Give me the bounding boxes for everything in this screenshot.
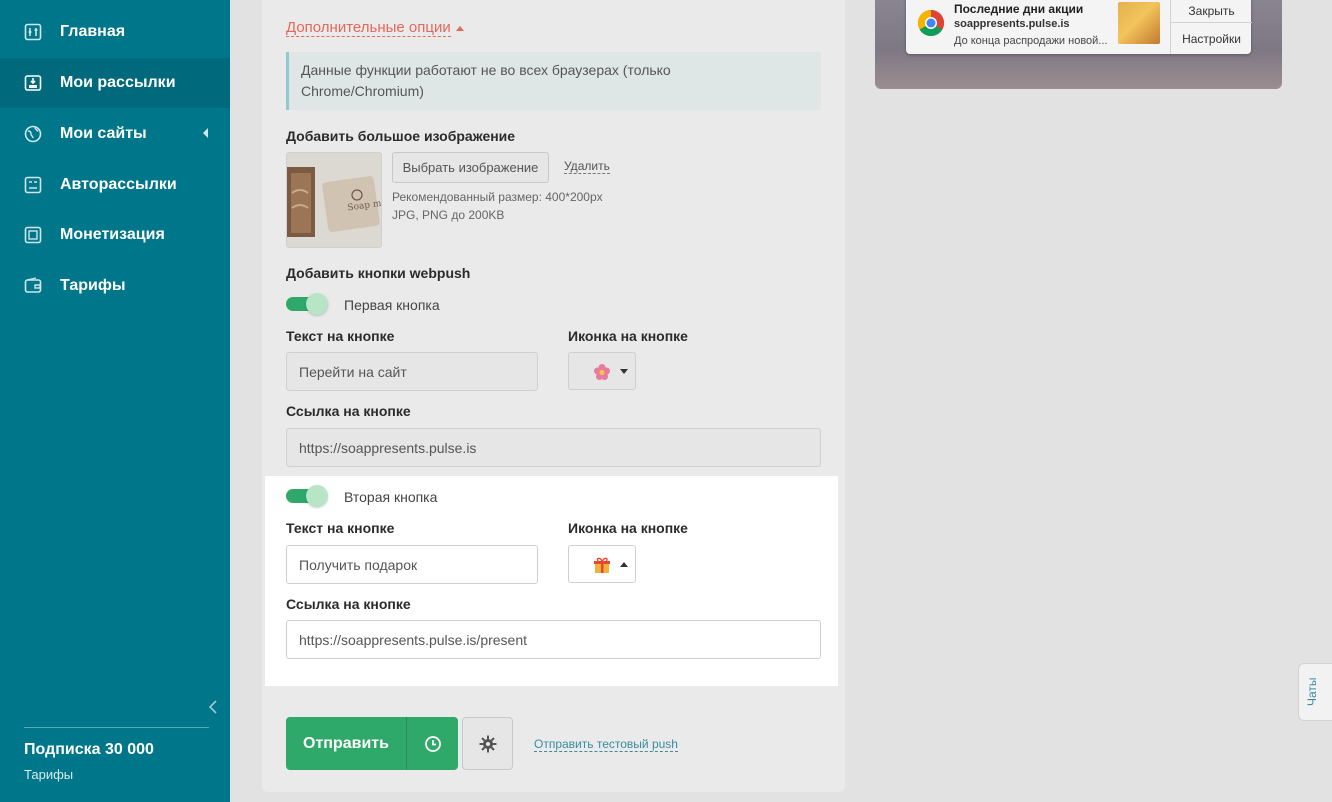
first-button-toggle-label: Первая кнопка	[344, 297, 440, 313]
extra-options-toggle[interactable]: Дополнительные опции	[286, 19, 451, 37]
sidebar-item-sites[interactable]: Мои сайты	[0, 109, 230, 159]
chrome-icon	[917, 9, 945, 37]
settings-button[interactable]	[462, 717, 513, 770]
notice-line-1: Данные функции работают не во всех брауз…	[301, 62, 671, 78]
sidebar-item-label: Мои рассылки	[60, 74, 176, 91]
sidebar: Главная Мои рассылки Мои сайты Авторассы…	[0, 0, 230, 802]
choose-image-button[interactable]: Выбрать изображение	[392, 152, 549, 183]
chats-tab[interactable]: Чаты	[1298, 663, 1332, 721]
mailings-icon	[24, 74, 42, 92]
notification-text: До конца распродажи новой...	[954, 35, 1108, 47]
image-format-hint: JPG, PNG до 200KB	[392, 208, 505, 222]
button1-icon-select[interactable]	[568, 352, 636, 390]
subscription-title: Подписка 30 000	[24, 741, 154, 758]
caret-left-icon	[203, 128, 208, 138]
sidebar-item-home[interactable]: Главная	[0, 7, 230, 57]
notification-image	[1118, 2, 1160, 44]
notification-close-button[interactable]: Закрыть	[1171, 0, 1252, 23]
sidebar-item-auto-mailings[interactable]: Авторассылки	[0, 160, 230, 210]
delete-image-link[interactable]: Удалить	[564, 159, 610, 174]
sidebar-item-label: Монетизация	[60, 226, 165, 243]
webpush-buttons-label: Добавить кнопки webpush	[286, 265, 471, 281]
sidebar-item-label: Главная	[60, 23, 126, 40]
button2-icon-label: Иконка на кнопке	[568, 520, 688, 536]
chevron-down-icon	[620, 369, 628, 374]
notice-line-2: Chrome/Chromium)	[301, 83, 424, 99]
sidebar-item-mailings[interactable]: Мои рассылки	[0, 58, 230, 108]
button1-text-label: Текст на кнопке	[286, 328, 395, 344]
button2-link-label: Ссылка на кнопке	[286, 596, 411, 612]
toggle-knob	[306, 293, 328, 315]
sidebar-item-monetization[interactable]: Монетизация	[0, 210, 230, 260]
browser-support-notice: Данные функции работают не во всех брауз…	[286, 52, 821, 110]
monetization-icon	[24, 226, 42, 244]
chevron-up-icon	[620, 562, 628, 567]
sidebar-item-label: Авторассылки	[60, 176, 177, 193]
button1-icon-label: Иконка на кнопке	[568, 328, 688, 344]
collapse-sidebar-icon[interactable]	[206, 698, 220, 716]
button1-link-label: Ссылка на кнопке	[286, 403, 411, 419]
notification-site: soappresents.pulse.is	[954, 18, 1070, 30]
big-image-label: Добавить большое изображение	[286, 128, 516, 144]
sidebar-item-label: Тарифы	[60, 277, 126, 294]
button1-text-input[interactable]: Перейти на сайт	[286, 352, 538, 391]
home-icon	[24, 23, 42, 41]
second-button-toggle[interactable]	[286, 485, 328, 507]
auto-mailing-icon	[24, 176, 42, 194]
big-image-thumbnail: Soap me	[286, 152, 382, 248]
soap-image-icon: Soap me	[287, 153, 381, 247]
gift-icon	[594, 557, 610, 573]
button2-text-label: Текст на кнопке	[286, 520, 395, 536]
sidebar-divider	[24, 727, 209, 728]
tariffs-link[interactable]: Тарифы	[24, 767, 73, 782]
gear-icon	[479, 735, 496, 752]
button2-link-input[interactable]: https://soappresents.pulse.is/present	[286, 620, 821, 659]
notification-title: Последние дни акции	[954, 2, 1084, 16]
button1-link-input[interactable]: https://soappresents.pulse.is	[286, 428, 821, 467]
chats-label: Чаты	[1305, 677, 1319, 706]
send-test-push-link[interactable]: Отправить тестовый push	[534, 737, 678, 752]
sidebar-item-tariffs[interactable]: Тарифы	[0, 261, 230, 311]
send-button[interactable]: Отправить	[286, 717, 458, 770]
schedule-clock-icon[interactable]	[407, 717, 458, 770]
button2-icon-select[interactable]	[568, 545, 636, 583]
push-notification-preview: Последние дни акции soappresents.pulse.i…	[906, 0, 1252, 54]
sidebar-item-label: Мои сайты	[60, 125, 147, 142]
globe-icon	[24, 125, 42, 143]
first-button-toggle[interactable]	[286, 293, 328, 315]
flower-icon	[594, 364, 610, 380]
toggle-knob	[306, 485, 328, 507]
image-size-hint: Рекомендованный размер: 400*200px	[392, 190, 603, 204]
notification-buttons: Закрыть Настройки	[1170, 0, 1252, 54]
button2-text-input[interactable]: Получить подарок	[286, 545, 538, 584]
notification-settings-button[interactable]: Настройки	[1171, 23, 1252, 54]
send-button-label: Отправить	[303, 734, 389, 752]
wallet-icon	[24, 277, 42, 295]
second-button-toggle-label: Вторая кнопка	[344, 489, 438, 505]
caret-up-icon	[456, 26, 464, 31]
